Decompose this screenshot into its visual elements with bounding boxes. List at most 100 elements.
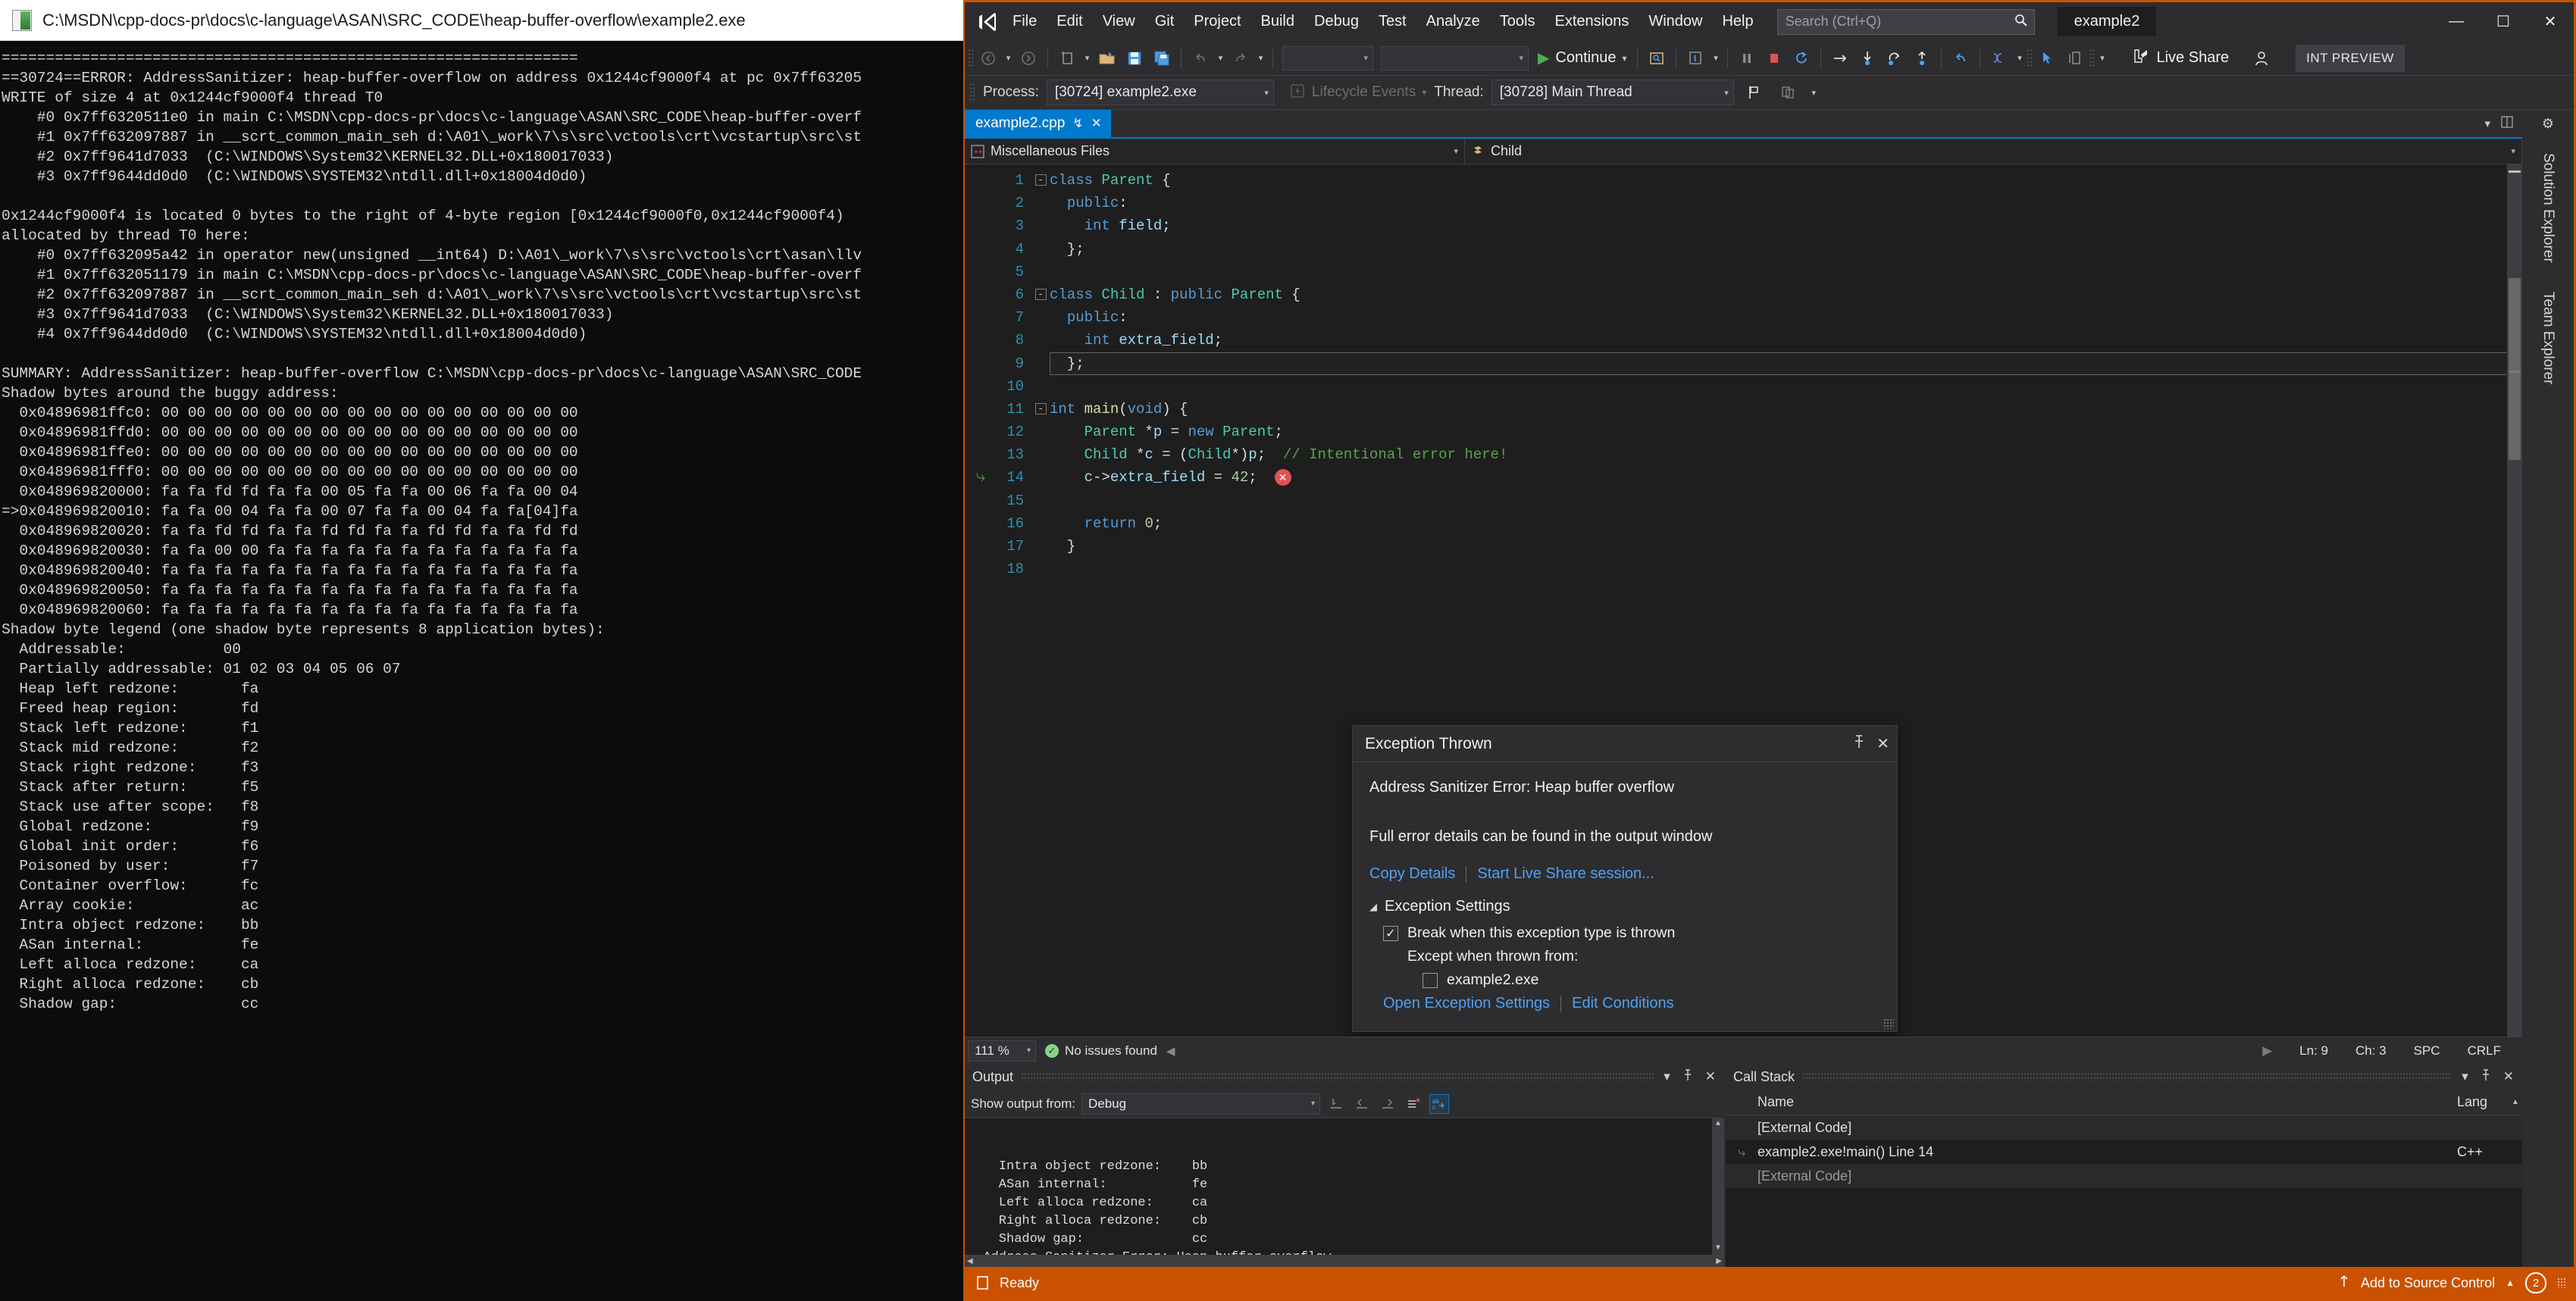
menu-item-edit[interactable]: Edit — [1047, 8, 1092, 35]
column-header-lang[interactable]: Lang — [2457, 1094, 2509, 1110]
process-combo[interactable]: [30724] example2.exe ▾ — [1046, 80, 1274, 105]
scrollbar-thumb[interactable] — [2509, 278, 2521, 460]
navigate-back-dropdown-icon[interactable]: ▾ — [1003, 45, 1014, 71]
save-all-icon[interactable] — [1149, 45, 1175, 71]
member-combo[interactable]: Child ▾ — [1465, 139, 2522, 164]
code-line[interactable]: 11- int main(void) { — [965, 398, 2522, 421]
code-text[interactable]: class Parent { — [1050, 169, 2522, 192]
hot-reload-dropdown-icon[interactable]: ▾ — [1710, 45, 1721, 71]
code-line[interactable]: 12 Parent *p = new Parent; — [965, 421, 2522, 443]
output-vertical-scrollbar[interactable]: ▲ ▼ — [1712, 1118, 1724, 1255]
restart-icon[interactable] — [1789, 45, 1814, 71]
search-box[interactable] — [1776, 8, 2035, 35]
gear-icon[interactable]: ⚙ — [2542, 116, 2554, 132]
split-view-icon[interactable] — [2501, 116, 2513, 131]
start-live-share-link[interactable]: Start Live Share session... — [1477, 865, 1654, 883]
rail-tab-team-explorer[interactable]: Team Explorer — [2535, 279, 2561, 397]
edit-conditions-link[interactable]: Edit Conditions — [1572, 995, 1674, 1012]
editor-vertical-scrollbar[interactable] — [2507, 164, 2522, 1037]
hot-reload-icon[interactable] — [1682, 45, 1708, 71]
continue-dropdown-icon[interactable]: ▾ — [1622, 53, 1626, 64]
code-text[interactable]: public: — [1050, 306, 2522, 329]
menu-item-tools[interactable]: Tools — [1490, 8, 1545, 35]
pane-drag-dots[interactable] — [1802, 1072, 2452, 1081]
scroll-down-icon[interactable]: ▼ — [1712, 1243, 1724, 1255]
output-text[interactable]: Intra object redzone: bb ASan internal: … — [965, 1118, 1724, 1255]
scope-combo[interactable]: ++ Miscellaneous Files ▾ — [965, 139, 1465, 164]
except-module-checkbox[interactable] — [1423, 972, 1438, 988]
break-when-thrown-checkbox[interactable]: ✓ — [1383, 925, 1398, 941]
new-item-icon[interactable] — [1054, 45, 1080, 71]
open-exception-settings-link[interactable]: Open Exception Settings — [1383, 995, 1550, 1012]
code-text[interactable]: Parent *p = new Parent; — [1050, 421, 2522, 443]
code-text[interactable]: } — [1050, 535, 2522, 558]
pin-icon[interactable]: ↯ — [1072, 116, 1083, 131]
pane-drag-dots[interactable] — [1021, 1072, 1654, 1081]
code-line[interactable]: 18 — [965, 558, 2522, 580]
code-line[interactable]: 5 — [965, 261, 2522, 283]
scroll-left-icon[interactable]: ◀ — [967, 1257, 973, 1265]
toolbar-grip[interactable] — [2089, 48, 2096, 68]
call-stack-row[interactable]: ⤷ example2.exe!main() Line 14 C++ — [1726, 1140, 2522, 1164]
code-text[interactable]: int extra_field; — [1050, 329, 2522, 352]
undo-dropdown-icon[interactable]: ▾ — [1215, 45, 1226, 71]
code-text[interactable]: Child *c = (Child*)p; // Intentional err… — [1050, 443, 2522, 466]
close-button[interactable]: ✕ — [2527, 4, 2574, 40]
error-icon[interactable]: ✕ — [1274, 469, 1291, 486]
pane-menu-icon[interactable]: ▾ — [2459, 1069, 2471, 1084]
menu-item-test[interactable]: Test — [1369, 8, 1416, 35]
show-threads-in-source-icon[interactable] — [1775, 80, 1801, 105]
threads-icon[interactable] — [1986, 45, 2012, 71]
eol-indicator[interactable]: CRLF — [2468, 1043, 2501, 1059]
int-preview-badge[interactable]: INT PREVIEW — [2296, 44, 2405, 72]
toggle-word-wrap-icon[interactable]: ab c — [1429, 1093, 1449, 1114]
zoom-level-combo[interactable]: 111 % ▾ — [968, 1040, 1036, 1062]
toolbar-overflow-icon[interactable]: ▾ — [2096, 45, 2108, 71]
close-icon[interactable]: ✕ — [1091, 116, 1102, 131]
redo-icon[interactable] — [1228, 45, 1254, 71]
menu-item-view[interactable]: View — [1093, 8, 1145, 35]
minimize-button[interactable]: — — [2433, 4, 2480, 40]
call-stack-row[interactable]: [External Code] — [1726, 1164, 2522, 1188]
process-bar-overflow-icon[interactable]: ▾ — [1808, 80, 1820, 105]
menu-item-git[interactable]: Git — [1145, 8, 1185, 35]
close-icon[interactable]: ✕ — [1876, 734, 1889, 753]
fold-toggle[interactable]: - — [1031, 283, 1050, 306]
save-icon[interactable] — [1122, 45, 1147, 71]
menu-item-project[interactable]: Project — [1184, 8, 1250, 35]
find-message-icon[interactable] — [1326, 1094, 1346, 1114]
code-line[interactable]: 8 int extra_field; — [965, 329, 2522, 352]
step-into-icon[interactable] — [1855, 45, 1880, 71]
close-icon[interactable]: ✕ — [2501, 1069, 2516, 1084]
step-back-icon[interactable] — [1948, 45, 1973, 71]
issues-next-icon[interactable]: ▶ — [2262, 1043, 2272, 1059]
console-titlebar[interactable]: C:\MSDN\cpp-docs-pr\docs\c-language\ASAN… — [0, 0, 963, 41]
pointer-select-icon[interactable] — [2034, 45, 2060, 71]
pin-icon[interactable] — [1852, 734, 1866, 754]
code-text[interactable]: int main(void) { — [1050, 398, 2522, 421]
live-share-button[interactable]: Live Share — [2132, 48, 2229, 69]
spaces-indicator[interactable]: SPC — [2414, 1043, 2440, 1059]
code-line[interactable]: 15 — [965, 489, 2522, 512]
code-editor[interactable]: 1- class Parent {2 public: 3 int field; 4 }… — [965, 164, 2522, 1037]
except-module-row[interactable]: example2.exe — [1423, 971, 1880, 989]
navigate-forward-icon[interactable] — [1016, 45, 1041, 71]
process-bar-grip[interactable] — [969, 83, 975, 102]
close-icon[interactable]: ✕ — [1703, 1069, 1718, 1084]
stop-icon[interactable] — [1761, 45, 1787, 71]
resize-grip[interactable] — [2557, 1278, 2566, 1288]
code-line[interactable]: 10 — [965, 375, 2522, 398]
fold-toggle[interactable]: - — [1031, 398, 1050, 421]
code-line[interactable]: 13 Child *c = (Child*)p; // Intentional … — [965, 443, 2522, 466]
code-text[interactable]: return 0; — [1050, 512, 2522, 535]
fold-toggle[interactable]: - — [1031, 169, 1050, 192]
menu-item-window[interactable]: Window — [1639, 8, 1712, 35]
thread-combo[interactable]: [30728] Main Thread ▾ — [1491, 80, 1734, 105]
column-header-name[interactable]: Name — [1726, 1094, 2457, 1110]
clear-all-icon[interactable] — [1404, 1094, 1423, 1114]
code-line[interactable]: 2 public: — [965, 192, 2522, 214]
rail-tab-solution-explorer[interactable]: Solution Explorer — [2535, 141, 2561, 275]
tab-example2-cpp[interactable]: example2.cpp ↯ ✕ — [965, 110, 1111, 137]
go-to-next-message-icon[interactable] — [1378, 1094, 1398, 1114]
code-line[interactable]: 6- class Child : public Parent { — [965, 283, 2522, 306]
